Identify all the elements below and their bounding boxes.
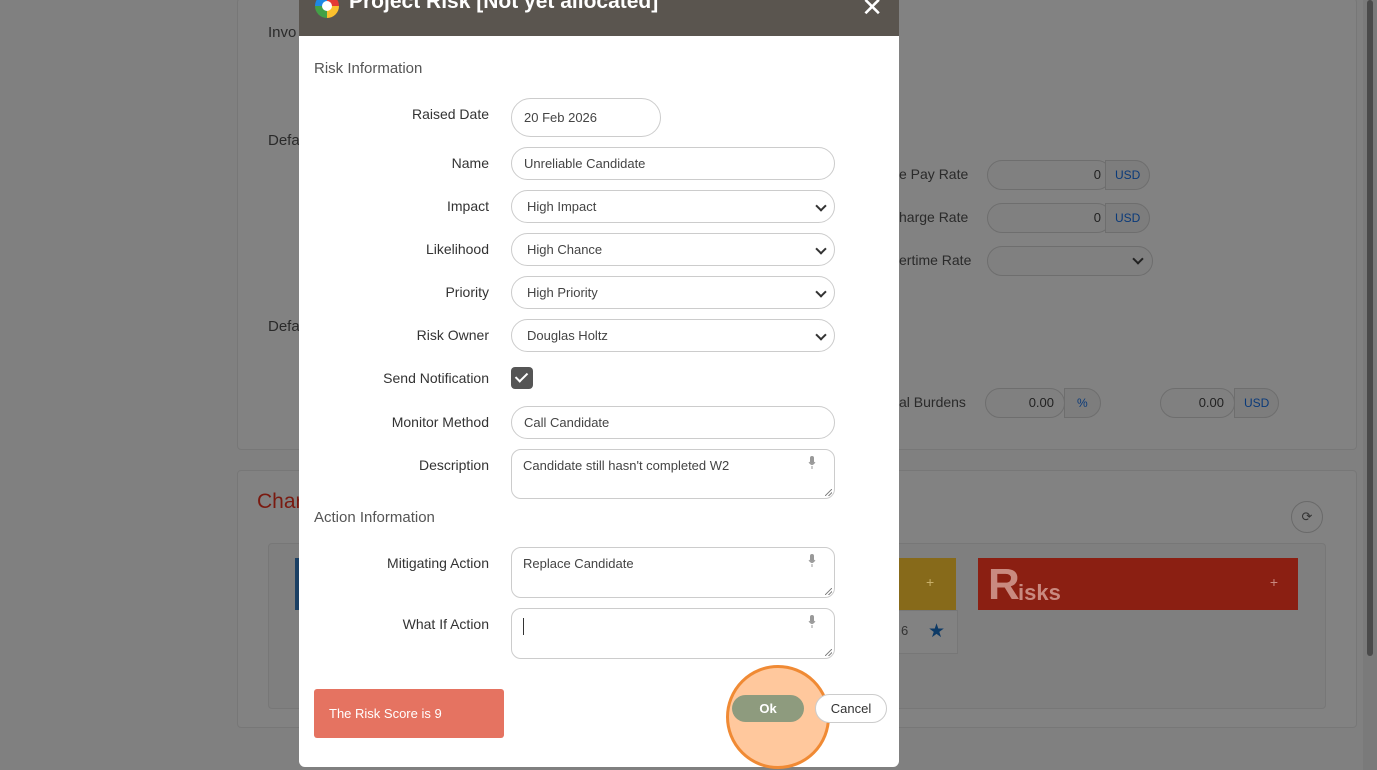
send-notification-checkbox[interactable] — [511, 367, 533, 389]
priority-value: High Priority — [527, 285, 598, 300]
bg-pay-rate-input[interactable]: 0 — [987, 160, 1112, 190]
risk-owner-value: Douglas Holtz — [527, 328, 608, 343]
monitor-method-value: Call Candidate — [524, 415, 610, 430]
risk-owner-label: Risk Owner — [416, 327, 489, 343]
what-if-action-label: What If Action — [402, 616, 489, 632]
bg-risks-card-title-big: R — [988, 560, 1020, 609]
bg-burden-usd-unit: USD — [1234, 388, 1280, 418]
scrollbar-thumb[interactable] — [1367, 0, 1373, 656]
likelihood-select[interactable]: High Chance — [511, 233, 835, 266]
bg-yellow-card: + — [898, 558, 956, 610]
likelihood-label: Likelihood — [425, 241, 489, 257]
bg-charge-rate-unit: USD — [1105, 203, 1151, 233]
modal-title: Project Risk [Not yet allocated] — [349, 0, 659, 13]
bg-charge-rate-value: 0 — [1093, 210, 1101, 225]
bg-risks-card: R isks + — [978, 558, 1298, 610]
bg-label-charge-rate: harge Rate — [899, 209, 969, 225]
action-information-heading: Action Information — [314, 509, 435, 526]
app-logo-icon — [315, 0, 339, 18]
bg-label-invo: Invo — [268, 24, 297, 41]
plus-icon[interactable]: + — [1270, 574, 1278, 590]
priority-select[interactable]: High Priority — [511, 276, 835, 309]
bg-burden-pct-value: 0.00 — [1028, 395, 1054, 410]
likelihood-value: High Chance — [527, 242, 603, 257]
bg-label-defa-2: Defa — [268, 318, 300, 335]
bg-label-char: Char — [257, 490, 303, 513]
impact-select[interactable]: High Impact — [511, 190, 835, 223]
bg-pay-rate-value: 0 — [1093, 167, 1101, 182]
bg-label-defa-1: Defa — [268, 132, 300, 149]
resize-handle-icon[interactable] — [825, 588, 832, 595]
mitigating-action-textarea[interactable]: Replace Candidate — [511, 547, 835, 598]
bg-burden-pct-input[interactable]: 0.00 — [985, 388, 1065, 418]
text-cursor — [523, 618, 524, 635]
resize-handle-icon[interactable] — [825, 649, 832, 656]
what-if-action-textarea[interactable] — [511, 608, 835, 659]
bg-label-burdens: al Burdens — [899, 394, 966, 410]
ok-button[interactable]: Ok — [732, 695, 804, 722]
microphone-icon[interactable] — [808, 456, 816, 469]
bg-burden-usd-value: 0.00 — [1198, 395, 1224, 410]
mitigating-action-value: Replace Candidate — [523, 556, 634, 571]
priority-label: Priority — [445, 284, 489, 300]
page-scrollbar[interactable] — [1363, 0, 1377, 770]
risk-score-badge: The Risk Score is 9 — [314, 689, 504, 738]
bg-yellow-card-body: 6 ★ — [898, 610, 958, 654]
bg-burden-usd-input[interactable]: 0.00 — [1160, 388, 1235, 418]
project-risk-modal: Project Risk [Not yet allocated] ✕ Risk … — [299, 0, 899, 769]
bg-card-date-fragment: 6 — [901, 623, 909, 638]
cancel-button[interactable]: Cancel — [815, 694, 887, 723]
raised-date-value: 20 Feb 2026 — [524, 110, 598, 125]
description-value: Candidate still hasn't completed W2 — [523, 458, 730, 473]
bg-overtime-rate-select[interactable] — [987, 246, 1153, 276]
risk-information-heading: Risk Information — [314, 60, 423, 77]
bg-risks-card-title-rest: isks — [1018, 580, 1061, 605]
name-value: Unreliable Candidate — [524, 156, 646, 171]
microphone-icon[interactable] — [808, 554, 816, 567]
monitor-method-label: Monitor Method — [391, 414, 489, 430]
impact-value: High Impact — [527, 199, 597, 214]
name-label: Name — [451, 155, 489, 171]
modal-header: Project Risk [Not yet allocated] ✕ — [299, 0, 899, 36]
plus-icon[interactable]: + — [926, 574, 934, 590]
send-notification-label: Send Notification — [383, 370, 489, 386]
bg-pay-rate-unit: USD — [1105, 160, 1151, 190]
mitigating-action-label: Mitigating Action — [387, 555, 489, 571]
chevron-down-icon — [1132, 253, 1144, 265]
bg-burden-pct-unit: % — [1064, 388, 1101, 418]
bg-label-overtime-rate: ertime Rate — [899, 252, 972, 268]
star-icon[interactable]: ★ — [928, 620, 945, 643]
description-label: Description — [418, 457, 489, 473]
bg-charge-rate-input[interactable]: 0 — [987, 203, 1112, 233]
refresh-icon[interactable]: ⟳ — [1291, 501, 1323, 533]
impact-label: Impact — [446, 198, 489, 214]
bg-label-pay-rate: e Pay Rate — [899, 166, 969, 182]
monitor-method-input[interactable]: Call Candidate — [511, 406, 835, 439]
risk-owner-select[interactable]: Douglas Holtz — [511, 319, 835, 352]
microphone-icon[interactable] — [808, 615, 816, 628]
description-textarea[interactable]: Candidate still hasn't completed W2 — [511, 449, 835, 499]
raised-date-input[interactable]: 20 Feb 2026 — [511, 98, 661, 137]
resize-handle-icon[interactable] — [825, 489, 832, 496]
name-input[interactable]: Unreliable Candidate — [511, 147, 835, 180]
close-button[interactable]: ✕ — [861, 0, 883, 23]
raised-date-label: Raised Date — [411, 106, 489, 122]
